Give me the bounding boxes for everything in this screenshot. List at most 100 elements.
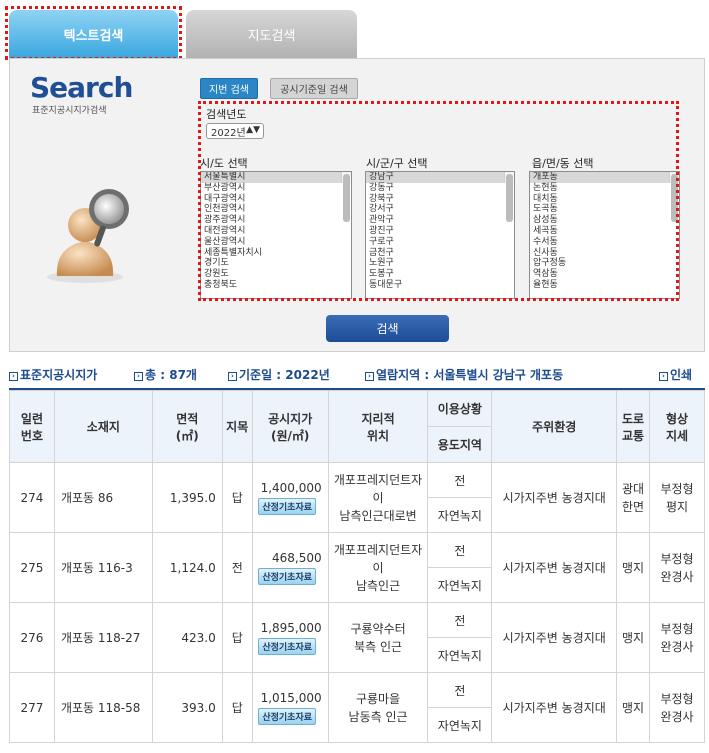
header-geo: 지리적 위치 [327,390,429,463]
sigungu-option[interactable]: 도봉구 [366,269,514,280]
sigungu-option[interactable]: 구로구 [366,237,514,248]
cell-geo: 구룡마을 남동측 인근 [327,672,429,743]
sigungu-option[interactable]: 광진구 [366,226,514,237]
sido-option[interactable]: 충청북도 [201,280,351,291]
basis-data-button[interactable]: 산정기초자료 [258,567,317,585]
cell-env: 시가지주변 농경지대 [491,532,618,603]
sido-option[interactable]: 서울특별시 [201,172,351,183]
cell-address: 개포동 116-3 [53,532,153,603]
bullet-icon: › [9,372,18,381]
cell-address: 개포동 118-27 [53,602,153,673]
cell-jimok: 답 [221,602,253,673]
sido-option[interactable]: 경기도 [201,258,351,269]
sido-option[interactable]: 세종특별자치시 [201,248,351,259]
summary-total: › 총 : 87개 [134,366,197,383]
sido-option[interactable]: 대구광역시 [201,194,351,205]
sigungu-option[interactable]: 강동구 [366,183,514,194]
jibun-search-button[interactable]: 지번 검색 [200,78,258,99]
sido-option[interactable]: 울산광역시 [201,237,351,248]
print-link[interactable]: › 인쇄 [659,366,692,383]
sido-option[interactable]: 강원도 [201,269,351,280]
cell-price: 1,400,000 산정기초자료 [251,462,329,533]
price-value: 1,895,000 [260,620,322,635]
cell-usage: 전 [427,462,493,498]
scrollbar[interactable] [669,172,679,222]
bullet-icon: › [134,372,143,381]
sido-label: 시/도 선택 [200,157,248,170]
search-logo: Search [30,71,133,104]
cell-env: 시가지주변 농경지대 [491,672,618,743]
year-label: 검색년도 [206,108,247,121]
cell-address: 개포동 118-58 [53,672,153,743]
cell-zone: 자연녹지 [427,707,493,743]
scrollbar[interactable] [341,172,351,222]
dong-option[interactable]: 세곡동 [530,226,679,237]
sigungu-option[interactable]: 금천구 [366,248,514,259]
scrollbar-thumb[interactable] [506,174,513,222]
cell-no: 275 [9,532,55,603]
dong-option[interactable]: 도곡동 [530,204,679,215]
basis-data-button[interactable]: 산정기초자료 [258,637,317,655]
header-price: 공시지가 (원/㎡) [251,390,329,463]
header-road: 도로 교통 [616,390,650,463]
cell-no: 276 [9,602,55,673]
search-panel: Search 표준지공시지가검색 지번 검색 공시기준일 검색 검색년도 202… [9,58,705,352]
dong-option[interactable]: 율현동 [530,280,679,291]
cell-area: 1,124.0 [151,532,223,603]
cell-area: 393.0 [151,672,223,743]
tab-map-search[interactable]: 지도검색 [186,10,357,58]
dong-option[interactable]: 개포동 [530,172,679,183]
table-row: 274 개포동 86 1,395.0 답 1,400,000 산정기초자료 개포프레지던트자… [9,462,705,533]
scrollbar-thumb[interactable] [671,174,678,222]
sigungu-option[interactable]: 강북구 [366,194,514,205]
header-usage: 이용상황 [427,390,493,427]
sigungu-option[interactable]: 강서구 [366,204,514,215]
dong-option[interactable]: 논현동 [530,183,679,194]
summary-region: › 열람지역 : 서울특별시 강남구 개포동 [365,366,563,383]
cell-usage: 전 [427,602,493,638]
tab-text-search[interactable]: 텍스트검색 [9,10,178,58]
dong-listbox[interactable]: 개포동 논현동 대치동 도곡동 삼성동 세곡동 수서동 신사동 압구정동 역삼동 율현동 [529,171,680,299]
scrollbar-thumb[interactable] [343,174,350,222]
sido-listbox[interactable]: 서울특별시 부산광역시 대구광역시 인천광역시 광주광역시 대전광역시 울산광역시 세종특별자… [200,171,352,299]
price-value: 1,400,000 [260,480,322,495]
basis-data-button[interactable]: 산정기초자료 [258,497,317,515]
dong-option[interactable]: 삼성동 [530,215,679,226]
sigungu-option[interactable]: 관악구 [366,215,514,226]
sido-option[interactable]: 대전광역시 [201,226,351,237]
cell-price: 1,015,000 산정기초자료 [251,672,329,743]
cell-geo: 구룡약수터 북측 인근 [327,602,429,673]
tab-text-search-label: 텍스트검색 [63,28,124,44]
cell-shape: 부정형 완경사 [649,672,705,743]
dong-option[interactable]: 압구정동 [530,258,679,269]
sido-option[interactable]: 광주광역시 [201,215,351,226]
header-area: 면적 (㎡) [151,390,223,463]
cell-jimok: 답 [221,672,253,743]
dong-option[interactable]: 수서동 [530,237,679,248]
sido-option[interactable]: 인천광역시 [201,204,351,215]
dong-option[interactable]: 대치동 [530,194,679,205]
table-row: 276 개포동 118-27 423.0 답 1,895,000 산정기초자료 구룡약수터 … [9,602,705,673]
sigungu-option[interactable]: 동대문구 [366,280,514,291]
header-address: 소재지 [53,390,153,463]
year-select[interactable]: 2022년 ▲▼ [206,123,264,139]
cell-shape: 부정형 완경사 [649,602,705,673]
bullet-icon: › [659,372,668,381]
cell-no: 277 [9,672,55,743]
basis-data-button[interactable]: 산정기초자료 [258,707,317,725]
sigungu-option[interactable]: 노원구 [366,258,514,269]
sigungu-option[interactable]: 강남구 [366,172,514,183]
cell-env: 시가지주변 농경지대 [491,602,618,673]
cell-area: 1,395.0 [151,462,223,533]
date-search-button[interactable]: 공시기준일 검색 [270,78,358,99]
cell-env: 시가지주변 농경지대 [491,462,618,533]
sido-option[interactable]: 부산광역시 [201,183,351,194]
cell-geo: 개포프레지던트자이 남측인근 [327,532,429,603]
dong-label: 읍/면/동 선택 [532,157,594,170]
sigungu-listbox[interactable]: 강남구 강동구 강북구 강서구 관악구 광진구 구로구 금천구 노원구 도봉구 동대문구 [365,171,515,299]
search-button[interactable]: 검색 [326,315,449,342]
search-logo-subtitle: 표준지공시지가검색 [32,106,107,116]
dong-option[interactable]: 신사동 [530,248,679,259]
scrollbar[interactable] [504,172,514,222]
dong-option[interactable]: 역삼동 [530,269,679,280]
